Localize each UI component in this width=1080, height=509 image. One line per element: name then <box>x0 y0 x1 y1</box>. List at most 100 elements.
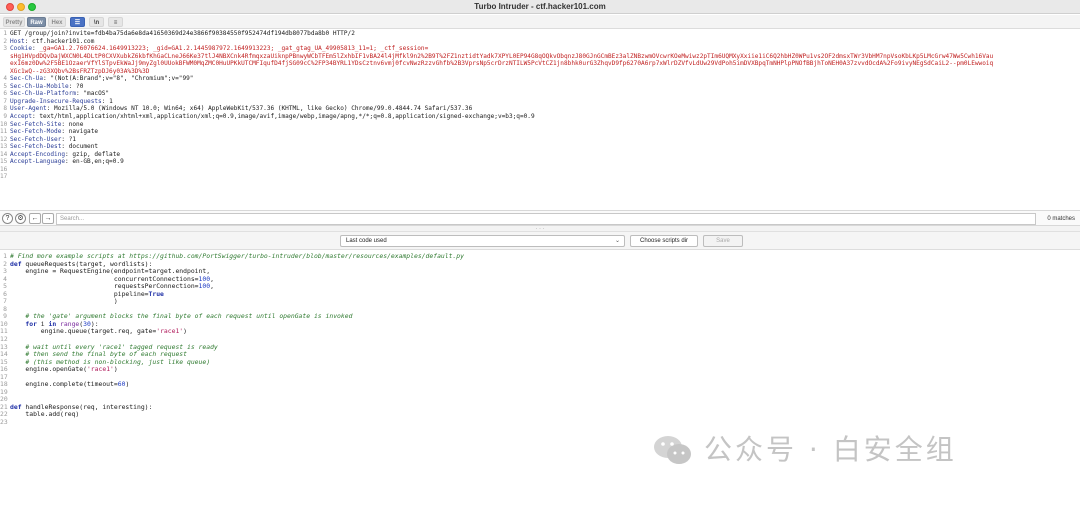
code-line: 11 engine.queue(target.req, gate='race1'… <box>0 328 1080 336</box>
header-name: Host <box>10 37 25 45</box>
script-editor[interactable]: 1 # Find more example scripts at https://… <box>0 253 1080 509</box>
header-value: GET /group/join?invite=fdb4ba75da6e8da41… <box>10 30 355 37</box>
header-value: sHg1HVpdDQvDajWXCN0L4DLtP0CXVXubkZ6kbfKh… <box>10 52 994 60</box>
header-value: Mozilla/5.0 (Windows NT 10.0; Win64; x64… <box>54 105 473 113</box>
line-number: 15 <box>0 158 8 166</box>
code-line: 19 <box>0 388 1080 397</box>
header-value: ?0 <box>76 82 84 90</box>
header-value: none <box>68 120 84 128</box>
header-name: Sec-Fetch-User <box>10 135 62 143</box>
line-number: 14 <box>0 150 8 158</box>
wechat-logo-icon <box>654 436 691 464</box>
match-count: 0 matches <box>1047 216 1075 222</box>
request-line: 9 Accept: text/html,application/xhtml+xml… <box>0 113 1080 121</box>
settings-gear-icon[interactable]: ⚙ <box>15 213 26 224</box>
header-value: exI6mz0Dw%2F5BE1OzaerVfYlSTpvEkWaJj9myZg… <box>10 60 994 68</box>
script-select-value: Last code used <box>346 238 387 244</box>
header-name: Accept-Encoding <box>10 150 66 158</box>
tab-pretty[interactable]: Pretty <box>3 17 25 27</box>
watermark: 公众号 · 白安全组 <box>652 430 1072 470</box>
request-line: exI6mz0Dw%2F5BE1OzaerVfYlSTpvEkWaJj9myZg… <box>0 60 1080 68</box>
code-line: 1 # Find more example scripts at https://… <box>0 253 1080 261</box>
header-name: Accept <box>10 113 33 121</box>
request-line: sHg1HVpdDQvDajWXCN0L4DLtP0CXVXubkZ6kbfKh… <box>0 53 1080 61</box>
line-number: 8 <box>3 105 7 113</box>
watermark-text: 公众号 · 白安全组 <box>704 433 957 466</box>
header-value: text/html,application/xhtml+xml,applicat… <box>39 113 535 121</box>
chevron-down-icon: ⌄ <box>614 238 620 244</box>
code-line: 6 pipeline=True <box>0 290 1080 299</box>
line-number: 2 <box>3 37 7 45</box>
line-number: 10 <box>0 120 8 128</box>
code-text: table.add(req) <box>10 410 80 419</box>
request-line: 6 Sec-Ch-Ua-Platform: "macOS" <box>0 90 1080 98</box>
menu-icon[interactable]: ≡ <box>108 17 123 27</box>
request-line: 7 Upgrade-Insecure-Requests: 1 <box>0 98 1080 106</box>
search-bar: ? ⚙ ← → Search... 0 matches <box>0 210 1080 226</box>
code-text: ) <box>10 297 118 306</box>
code-line: 23 <box>0 418 1080 427</box>
help-icon[interactable]: ? <box>2 213 13 224</box>
header-name: Sec-Ch-Ua <box>10 75 44 83</box>
header-name: Upgrade-Insecure-Requests <box>10 97 102 105</box>
code-text: engine.complete(timeout=60) <box>10 380 130 389</box>
code-line: 21 def handleResponse(req, interesting): <box>0 403 1080 412</box>
line-number: 4 <box>3 75 7 83</box>
code-line: 15 # (this method is non-blocking, just … <box>0 358 1080 367</box>
header-name: Cookie <box>10 45 33 53</box>
line-number: 16 <box>0 165 8 173</box>
tab-raw[interactable]: Raw <box>27 17 46 27</box>
header-value: "(Not(A:Brand";v="8", "Chromium";v="99" <box>50 75 194 83</box>
header-name: Sec-Ch-Ua-Mobile <box>10 82 69 90</box>
header-value: ctf.hacker101.com <box>32 37 95 45</box>
view-tabs: Pretty Raw Hex ☰ \n ≡ <box>0 15 1080 29</box>
code-line: 20 <box>0 396 1080 404</box>
header-name: Sec-Ch-Ua-Platform <box>10 90 77 98</box>
request-line: 11 Sec-Fetch-Mode: navigate <box>0 128 99 136</box>
header-value: 1 <box>109 97 113 105</box>
newline-icon[interactable]: \n <box>89 17 104 27</box>
line-number: 9 <box>3 113 7 121</box>
title-bar: Turbo Intruder - ctf.hacker101.com <box>0 0 1080 14</box>
request-line: 5 Sec-Ch-Ua-Mobile: ?0 <box>0 83 1080 91</box>
header-value: en-GB,en;q=0.9 <box>72 158 124 166</box>
save-button[interactable]: Save <box>703 235 743 247</box>
request-line: 3 Cookie: _ga=GA1.2.76076624.1649913223; … <box>0 45 1080 53</box>
previous-match-button[interactable]: ← <box>29 213 41 224</box>
code-line: 9 # the 'gate' argument blocks the final… <box>0 313 1080 321</box>
script-toolbar: Last code used ⌄ Choose scripts dir Save <box>0 232 1080 250</box>
request-line: 15 Accept-Language: en-GB,en;q=0.9 <box>0 158 124 166</box>
line-number: 23 <box>0 418 8 427</box>
request-line: 12 Sec-Fetch-User: ?1 <box>0 135 77 143</box>
request-line: 17 <box>0 173 1080 181</box>
choose-scripts-dir-button[interactable]: Choose scripts dir <box>630 235 698 247</box>
header-value: XGc1wQ--zG3XQbv%2BsFRZTzpDJ6y03A%3D%3D <box>10 67 150 75</box>
tab-hex[interactable]: Hex <box>48 17 66 27</box>
list-icon[interactable]: ☰ <box>70 17 85 27</box>
next-match-button[interactable]: → <box>42 213 54 224</box>
header-value: ?1 <box>68 135 77 143</box>
window-title: Turbo Intruder - ctf.hacker101.com <box>474 2 606 11</box>
search-input[interactable]: Search... <box>56 213 1036 225</box>
header-value: _ga=GA1.2.76076624.1649913223; _gid=GA1.… <box>39 45 429 53</box>
line-number: 3 <box>3 45 7 53</box>
request-line: 4 Sec-Ch-Ua: "(Not(A:Brand";v="8", "Chrom… <box>0 75 1080 83</box>
line-number: 17 <box>0 173 8 181</box>
line-number: 1 <box>3 30 7 37</box>
request-line: XGc1wQ--zG3XQbv%2BsFRZTzpDJ6y03A%3D%3D <box>0 68 1080 76</box>
code-line: 18 engine.complete(timeout=60) <box>0 381 1080 389</box>
script-select[interactable]: Last code used ⌄ <box>340 235 625 247</box>
request-editor[interactable]: 1 GET /group/join?invite=fdb4ba75da6e8da4… <box>0 30 1080 210</box>
request-line: 1 GET /group/join?invite=fdb4ba75da6e8da4… <box>0 30 1080 38</box>
code-text: engine.openGate('race1') <box>10 365 118 374</box>
code-line: 22 table.add(req) <box>0 411 1080 419</box>
code-line: 16 engine.openGate('race1') <box>0 365 1080 374</box>
header-name: Sec-Fetch-Site <box>10 120 62 128</box>
header-name: Sec-Fetch-Dest <box>10 143 62 151</box>
code-line: 17 <box>0 373 1080 382</box>
line-number: 7 <box>3 97 7 105</box>
code-line: 7 ) <box>0 298 1080 306</box>
header-name: User-Agent <box>10 105 47 113</box>
header-value: "macOS" <box>83 90 110 98</box>
code-text: engine.queue(target.req, gate='race1') <box>10 327 188 336</box>
